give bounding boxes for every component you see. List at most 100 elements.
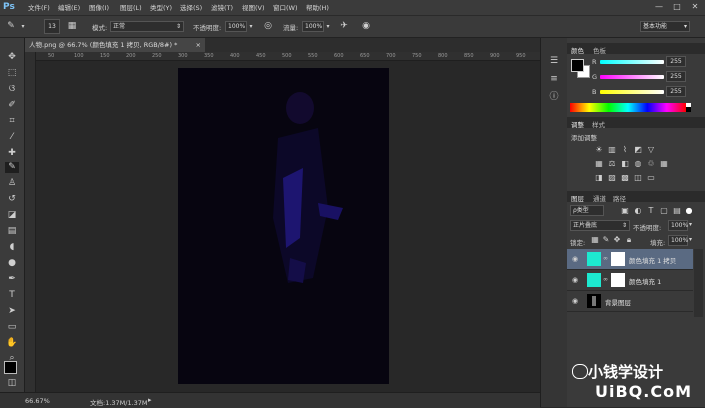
menu-file[interactable]: 文件(F) [28,2,50,12]
lock-all-icon[interactable]: 🔒︎ [624,235,634,245]
gradient-icon[interactable]: ▤ [5,226,19,237]
blur-icon[interactable]: ◖ [5,242,19,253]
invert-icon[interactable]: ◨ [594,173,604,182]
healing-brush-icon[interactable]: ✚ [5,148,19,159]
menu-window[interactable]: 窗口(W) [273,2,298,12]
menu-filter[interactable]: 滤镜(T) [211,2,233,12]
posterize-icon[interactable]: ▨ [607,173,617,182]
photo-filter-icon[interactable]: ◍ [633,159,643,168]
menu-edit[interactable]: 编辑(E) [58,2,80,12]
tab-styles[interactable]: 样式 [592,119,605,129]
filter-pixel-icon[interactable]: ▣ [620,206,630,215]
zoom-level[interactable]: 66.67% [25,397,50,405]
tab-document[interactable]: 人物.png @ 66.7% (颜色填充 1 拷贝, RGB/8#) * × [25,38,205,52]
tab-channels[interactable]: 通道 [593,193,606,203]
layer-name[interactable]: 背景图层 [605,297,631,307]
tab-layers[interactable]: 图层 [571,193,584,203]
black-white-icon[interactable]: ◧ [620,159,630,168]
history-brush-icon[interactable]: ↺ [5,194,19,205]
eraser-icon[interactable]: ◪ [5,210,19,221]
layer-mask-thumbnail[interactable] [611,252,625,266]
channel-g-slider[interactable] [600,75,664,79]
info-panel-icon[interactable]: ⓘ [548,92,560,103]
move-tool-icon[interactable]: ✥ [5,52,19,63]
mode-select[interactable]: 正常 ⇕ [110,21,184,32]
fill-input[interactable]: 100% [668,235,688,246]
menu-help[interactable]: 帮助(H) [306,2,329,12]
lock-pixels-icon[interactable]: ✎ [601,235,611,244]
layer-name[interactable]: 颜色填充 1 [629,276,661,286]
eye-icon[interactable]: ◉ [572,297,578,305]
panel-foreground-swatch[interactable] [571,59,584,72]
tab-swatches[interactable]: 色板 [593,45,606,55]
eye-icon[interactable]: ◉ [572,276,578,284]
opacity-input[interactable]: 100% [225,21,247,32]
channel-g-input[interactable]: 255 [666,71,686,82]
type-tool-icon[interactable]: T [5,290,19,301]
threshold-icon[interactable]: ▩ [620,173,630,182]
layer-row[interactable]: ◉ ∞ 颜色填充 1 拷贝 [567,249,693,270]
layers-scrollbar[interactable] [694,249,703,317]
channel-b-input[interactable]: 255 [666,86,686,97]
layer-filter-select[interactable]: ρ类型 [570,205,604,216]
color-balance-icon[interactable]: ⚖ [607,159,617,168]
color-spectrum[interactable] [570,103,686,112]
blend-mode-select[interactable]: 正片叠底 ⇕ [570,220,630,231]
brush-panel-icon[interactable]: ▦ [66,21,78,32]
history-panel-icon[interactable]: ☰ [548,56,560,67]
menu-image[interactable]: 图像(I) [89,2,109,12]
levels-icon[interactable]: ▥ [607,145,617,154]
selective-color-icon[interactable]: ◫ [633,173,643,182]
quick-mask-icon[interactable]: ◫ [5,378,19,389]
lock-transparent-icon[interactable]: ▦ [590,235,600,244]
dodge-icon[interactable]: ● [5,258,19,269]
channel-mixer-icon[interactable]: ♲ [646,159,656,168]
chevron-down-icon[interactable]: ▾ [689,236,692,243]
layer-opacity-input[interactable]: 100% [668,220,688,231]
foreground-color-swatch[interactable] [4,361,17,374]
spectrum-black-swatch[interactable] [686,107,691,112]
menu-view[interactable]: 视图(V) [242,2,265,12]
eyedropper-icon[interactable]: ⁄ [5,132,19,143]
quick-select-icon[interactable]: ✐ [5,100,19,111]
maximize-button[interactable]: □ [672,2,682,12]
pressure-opacity-icon[interactable]: ◎ [262,21,274,32]
path-select-icon[interactable]: ➤ [5,306,19,317]
filter-type-icon[interactable]: T [646,206,656,215]
close-icon[interactable]: × [196,38,201,52]
tab-adjustments[interactable]: 调整 [571,119,584,129]
layer-row[interactable]: ◉ 背景图层 [567,291,693,312]
filter-shape-icon[interactable]: ▢ [659,206,669,215]
layer-name[interactable]: 颜色填充 1 拷贝 [629,255,676,265]
channel-r-slider[interactable] [600,60,664,64]
pen-tool-icon[interactable]: ✒ [5,274,19,285]
chevron-down-icon[interactable]: ▾ [19,21,27,32]
curves-icon[interactable]: ⌇ [620,145,630,154]
marquee-tool-icon[interactable]: ⬚ [5,68,19,79]
brush-tool-icon[interactable]: ✎ [4,21,18,32]
close-button[interactable]: ✕ [690,2,700,12]
filter-toggle-icon[interactable]: ● [684,206,694,215]
chevron-down-icon[interactable]: ▾ [689,221,692,228]
chevron-down-icon[interactable]: ▾ [325,21,331,32]
hue-saturation-icon[interactable]: ▦ [594,159,604,168]
menu-layer[interactable]: 图层(L) [120,2,142,12]
filter-smart-icon[interactable]: ▤ [672,206,682,215]
document-canvas[interactable] [178,68,389,384]
tab-color[interactable]: 颜色 [571,45,584,55]
crop-tool-icon[interactable]: ⌗ [5,116,19,127]
gradient-map-icon[interactable]: ▭ [646,173,656,182]
channel-b-slider[interactable] [600,90,664,94]
menu-type[interactable]: 类型(Y) [150,2,172,12]
filter-adjust-icon[interactable]: ◐ [633,206,643,215]
hand-tool-icon[interactable]: ✋ [5,338,19,349]
channel-r-input[interactable]: 255 [666,56,686,67]
lasso-tool-icon[interactable]: ଓ [5,84,19,95]
eye-icon[interactable]: ◉ [572,255,578,263]
airbrush-icon[interactable]: ✈ [338,21,350,32]
brush-tool-icon[interactable]: ✎ [5,162,19,173]
layer-mask-thumbnail[interactable] [611,273,625,287]
lock-position-icon[interactable]: ✥ [612,235,622,244]
brush-size-picker[interactable]: 13 [44,19,60,34]
vibrance-icon[interactable]: ▽ [646,145,656,154]
